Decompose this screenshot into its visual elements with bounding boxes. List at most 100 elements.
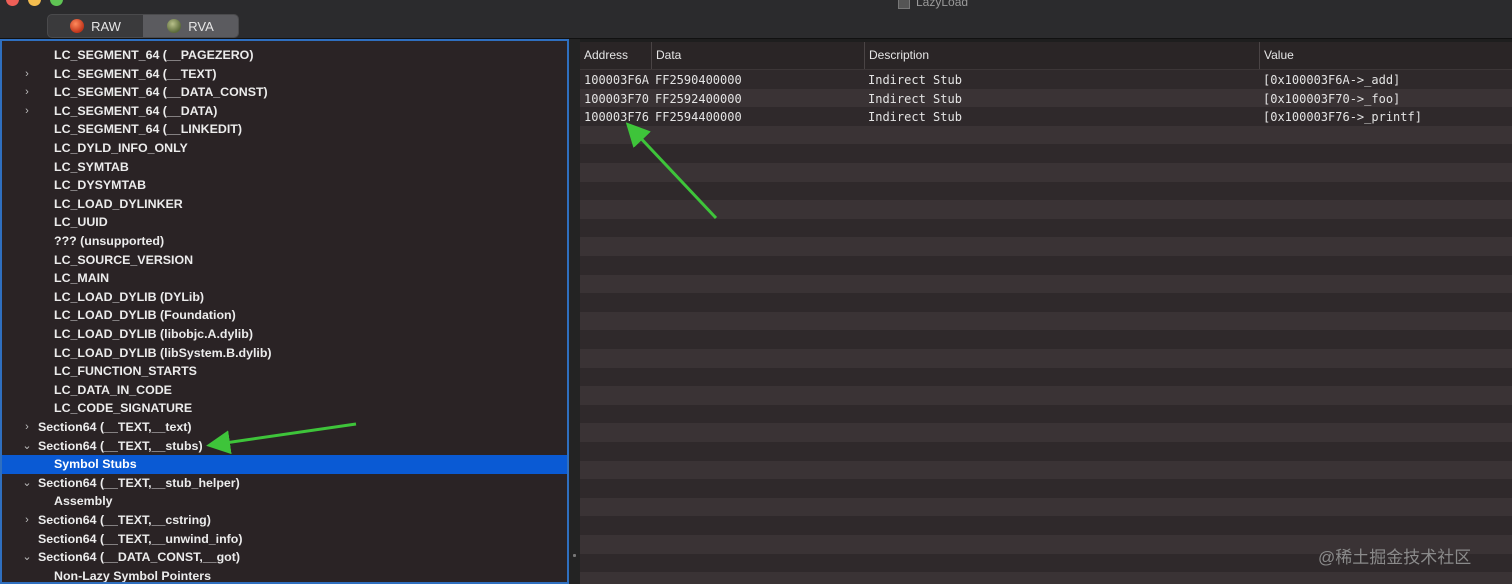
tree-item[interactable]: LC_FUNCTION_STARTS	[2, 362, 567, 381]
tree-item[interactable]: Non-Lazy Symbol Pointers	[2, 567, 567, 583]
row-stripe	[580, 460, 1512, 480]
tree-item[interactable]: ??? (unsupported)	[2, 232, 567, 251]
tree-item-label: LC_SEGMENT_64 (__DATA_CONST)	[54, 85, 268, 100]
table-row[interactable]: 100003F70 FF2592400000 Indirect Stub [0x100…	[580, 90, 1512, 109]
disclosure-collapsed-icon[interactable]: ›	[22, 102, 32, 121]
cell-description: Indirect Stub	[868, 91, 962, 106]
splitter-handle-icon	[573, 554, 576, 557]
tree-item-label: LC_LOAD_DYLINKER	[54, 196, 183, 211]
tree-item[interactable]: LC_SEGMENT_64 (__PAGEZERO)	[2, 46, 567, 65]
row-stripe	[580, 163, 1512, 182]
pane-splitter[interactable]	[569, 39, 580, 584]
tree-item-label: LC_CODE_SIGNATURE	[54, 401, 193, 416]
tree-item[interactable]: LC_LOAD_DYLINKER	[2, 195, 567, 214]
row-stripe	[580, 572, 1512, 584]
raw-segment-button[interactable]: RAW	[48, 15, 143, 37]
tree-item[interactable]: LC_DYSYMTAB	[2, 176, 567, 195]
disclosure-expanded-icon[interactable]: ⌄	[22, 548, 32, 567]
tree-item-label: LC_SEGMENT_64 (__PAGEZERO)	[54, 48, 254, 62]
row-stripe	[580, 311, 1512, 331]
tree-item[interactable]: LC_LOAD_DYLIB (Foundation)	[2, 306, 567, 325]
tree-item[interactable]: LC_DYLD_INFO_ONLY	[2, 139, 567, 158]
tree-item[interactable]: › Section64 (__TEXT,__text)	[2, 418, 567, 437]
tree-item[interactable]: ⌄ Section64 (__TEXT,__stub_helper)	[2, 474, 567, 493]
row-stripe	[580, 125, 1512, 145]
tree-item-label: Symbol Stubs	[54, 457, 137, 472]
tree-item-label: LC_LOAD_DYLIB (libobjc.A.dylib)	[54, 327, 253, 341]
tree-item[interactable]: › LC_SEGMENT_64 (__DATA)	[2, 102, 567, 121]
close-window-button[interactable]	[6, 0, 19, 6]
column-header-value[interactable]: Value	[1259, 42, 1512, 69]
zoom-window-button[interactable]	[50, 0, 63, 6]
tree-item[interactable]: LC_LOAD_DYLIB (DYLib)	[2, 288, 567, 307]
tree-item-label: LC_MAIN	[54, 271, 110, 286]
tree-item[interactable]: LC_MAIN	[2, 269, 567, 288]
tree-item[interactable]: LC_SEGMENT_64 (__LINKEDIT)	[2, 120, 567, 139]
tree-item-label: LC_SEGMENT_64 (__DATA)	[54, 103, 218, 118]
tree-item-label: Section64 (__TEXT,__stub_helper)	[38, 475, 240, 490]
table-header: Address Data Description Value	[580, 42, 1512, 70]
rva-segment-label: RVA	[188, 18, 214, 34]
cell-address: 100003F70	[584, 91, 650, 106]
row-stripe	[580, 237, 1512, 256]
rva-segment-button[interactable]: RVA	[143, 15, 238, 37]
tree-item-label: LC_SEGMENT_64 (__LINKEDIT)	[54, 122, 242, 137]
tree-item-label: LC_LOAD_DYLIB (DYLib)	[54, 289, 205, 304]
tree-item-label: LC_SEGMENT_64 (__TEXT)	[54, 66, 217, 81]
tree-item[interactable]: LC_LOAD_DYLIB (libSystem.B.dylib)	[2, 344, 567, 363]
tree-item-label: LC_LOAD_DYLIB (Foundation)	[54, 308, 236, 323]
cell-data: FF2592400000	[655, 91, 742, 106]
table-row[interactable]: 100003F76 FF2594400000 Indirect Stub [0x100…	[580, 108, 1512, 127]
tree-item[interactable]: ⌄ Section64 (__TEXT,__stubs)	[2, 437, 567, 456]
window-title: LazyLoad	[898, 0, 968, 9]
tree-item-label: Section64 (__TEXT,__cstring)	[38, 513, 211, 527]
raw-apple-icon	[70, 19, 85, 33]
tree-item[interactable]: LC_DATA_IN_CODE	[2, 381, 567, 400]
raw-segment-label: RAW	[91, 18, 121, 34]
tree-item[interactable]: Symbol Stubs	[2, 455, 567, 474]
raw-rva-segmented-control: RAW RVA	[47, 14, 239, 38]
row-stripe	[580, 497, 1512, 517]
cell-value: [0x100003F76->_printf]	[1263, 110, 1422, 125]
tree-item[interactable]: LC_CODE_SIGNATURE	[2, 399, 567, 418]
row-stripe	[580, 386, 1512, 405]
column-header-description[interactable]: Description	[864, 42, 1258, 69]
tree-item-label: Section64 (__TEXT,__stubs)	[38, 438, 203, 453]
tree-item[interactable]: Section64 (__TEXT,__unwind_info)	[2, 530, 567, 549]
tree-item-label: LC_DATA_IN_CODE	[54, 382, 172, 397]
load-commands-tree[interactable]: LC_SEGMENT_64 (__PAGEZERO) › LC_SEGMENT_64…	[0, 39, 569, 584]
minimize-window-button[interactable]	[28, 0, 41, 6]
cell-data: FF2594400000	[655, 110, 742, 125]
column-header-data[interactable]: Data	[651, 42, 864, 69]
tree-item-label: LC_DYSYMTAB	[54, 178, 147, 193]
tree-item-label: LC_FUNCTION_STARTS	[54, 364, 197, 379]
tree-item[interactable]: LC_LOAD_DYLIB (libobjc.A.dylib)	[2, 325, 567, 344]
disclosure-expanded-icon[interactable]: ⌄	[22, 437, 32, 456]
cell-value: [0x100003F6A->_add]	[1263, 73, 1401, 87]
tree-item[interactable]: LC_SYMTAB	[2, 158, 567, 177]
disclosure-collapsed-icon[interactable]: ›	[22, 511, 32, 530]
row-stripe	[580, 423, 1512, 442]
tree-item-label: LC_LOAD_DYLIB (libSystem.B.dylib)	[54, 345, 272, 360]
tree-item[interactable]: › Section64 (__TEXT,__cstring)	[2, 511, 567, 530]
disclosure-collapsed-icon[interactable]: ›	[22, 418, 32, 437]
tree-item[interactable]: ⌄ Section64 (__DATA_CONST,__got)	[2, 548, 567, 567]
tree-item[interactable]: LC_UUID	[2, 213, 567, 232]
disclosure-collapsed-icon[interactable]: ›	[22, 83, 32, 102]
tree-item[interactable]: › LC_SEGMENT_64 (__DATA_CONST)	[2, 83, 567, 102]
tree-item-label: Section64 (__DATA_CONST,__got)	[38, 550, 240, 565]
disclosure-collapsed-icon[interactable]: ›	[22, 65, 32, 84]
tree-item[interactable]: LC_SOURCE_VERSION	[2, 251, 567, 270]
tree-item-label: Section64 (__TEXT,__unwind_info)	[38, 531, 243, 546]
tree-item[interactable]: › LC_SEGMENT_64 (__TEXT)	[2, 65, 567, 84]
row-stripe	[580, 200, 1512, 219]
cell-data: FF2590400000	[655, 73, 742, 87]
tree-item-label: Non-Lazy Symbol Pointers	[54, 568, 211, 583]
table-row[interactable]: 100003F6A FF2590400000 Indirect Stub [0x100…	[580, 71, 1512, 90]
column-header-address[interactable]: Address	[580, 42, 650, 69]
tree-item-label: LC_SYMTAB	[54, 159, 129, 174]
tree-item-label: ??? (unsupported)	[54, 234, 165, 248]
disclosure-expanded-icon[interactable]: ⌄	[22, 474, 32, 493]
cell-address: 100003F6A	[584, 73, 650, 87]
tree-item[interactable]: Assembly	[2, 492, 567, 511]
